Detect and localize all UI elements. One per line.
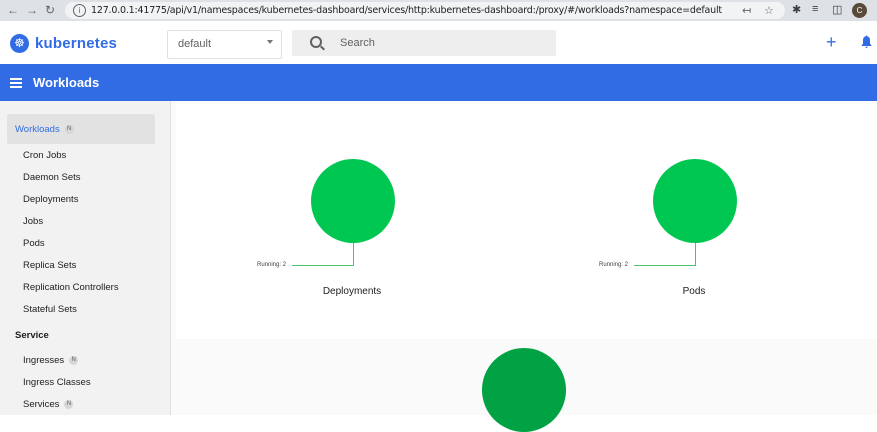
sidebar-item-replica-sets[interactable]: Replica Sets <box>23 260 76 271</box>
back-icon[interactable]: ← <box>7 3 19 17</box>
sidebar-item-label: Workloads N <box>15 124 74 135</box>
sidebar-item-cron-jobs[interactable]: Cron Jobs <box>23 150 66 161</box>
namespaced-badge: N <box>64 124 74 134</box>
namespaced-badge: N <box>64 399 74 409</box>
legend-connector <box>292 265 354 266</box>
namespace-value: default <box>178 38 212 50</box>
app-header-bar: Workloads <box>0 64 877 101</box>
sidebar-item-ingresses[interactable]: Ingresses N <box>23 355 79 366</box>
sidebar-nav: Workloads N Cron Jobs Daemon Sets Deploym… <box>0 101 171 415</box>
namespaced-badge: N <box>69 355 79 365</box>
deployments-chart-title: Deployments <box>322 286 382 297</box>
top-toolbar: ☸ kubernetes default + <box>0 21 877 65</box>
hamburger-menu-icon[interactable] <box>10 78 22 88</box>
kubernetes-logo-icon[interactable]: ☸ <box>10 34 29 53</box>
page-title: Workloads <box>33 75 100 90</box>
sidebar-item-jobs[interactable]: Jobs <box>23 216 43 227</box>
sidebar-section-service[interactable]: Service <box>15 330 49 341</box>
search-box[interactable] <box>292 30 556 56</box>
search-input[interactable] <box>340 34 540 52</box>
sidebar-item-replication-controllers[interactable]: Replication Controllers <box>23 282 119 293</box>
url-text[interactable]: 127.0.0.1:41775/api/v1/namespaces/kubern… <box>91 5 722 16</box>
extensions-icon[interactable]: ✱ <box>792 3 801 16</box>
notifications-bell-icon[interactable] <box>861 35 872 49</box>
legend-connector <box>353 243 354 265</box>
share-icon[interactable]: ↤ <box>742 4 751 17</box>
workload-running-pie-partial[interactable] <box>482 348 566 432</box>
profile-avatar[interactable]: C <box>852 3 867 18</box>
reload-icon[interactable]: ↻ <box>45 3 55 17</box>
side-panel-icon[interactable]: ◫ <box>832 3 842 16</box>
site-info-icon[interactable]: i <box>73 4 86 17</box>
main-content: Running: 2 Deployments Running: 2 Pods <box>171 101 877 432</box>
legend-connector <box>695 243 696 265</box>
workload-status-card: Running: 2 Deployments Running: 2 Pods <box>176 101 877 339</box>
caret-down-icon <box>267 40 273 44</box>
forward-icon[interactable]: → <box>26 3 38 17</box>
search-icon <box>310 36 322 48</box>
create-resource-button[interactable]: + <box>826 33 837 51</box>
sidebar-item-stateful-sets[interactable]: Stateful Sets <box>23 304 77 315</box>
reading-list-icon[interactable]: ≡ <box>812 3 818 15</box>
pods-running-pie[interactable] <box>653 159 737 243</box>
sidebar-item-pods[interactable]: Pods <box>23 238 45 249</box>
sidebar-item-daemon-sets[interactable]: Daemon Sets <box>23 172 81 183</box>
sidebar-item-ingress-classes[interactable]: Ingress Classes <box>23 377 91 388</box>
sidebar-item-deployments[interactable]: Deployments <box>23 194 78 205</box>
logo-text[interactable]: kubernetes <box>35 35 117 52</box>
pods-chart-title: Pods <box>682 286 706 297</box>
legend-connector <box>634 265 696 266</box>
pods-running-legend: Running: 2 <box>599 262 629 268</box>
sidebar-item-services[interactable]: Services N <box>23 399 74 410</box>
browser-chrome: ← → ↻ i 127.0.0.1:41775/api/v1/namespace… <box>0 0 877 21</box>
deployments-running-legend: Running: 2 <box>257 262 287 268</box>
deployments-running-pie[interactable] <box>311 159 395 243</box>
sidebar-item-workloads[interactable]: Workloads N <box>7 114 155 144</box>
namespace-select[interactable]: default <box>167 30 282 59</box>
address-bar[interactable]: i 127.0.0.1:41775/api/v1/namespaces/kube… <box>65 2 785 19</box>
bookmark-star-icon[interactable]: ☆ <box>764 4 774 17</box>
